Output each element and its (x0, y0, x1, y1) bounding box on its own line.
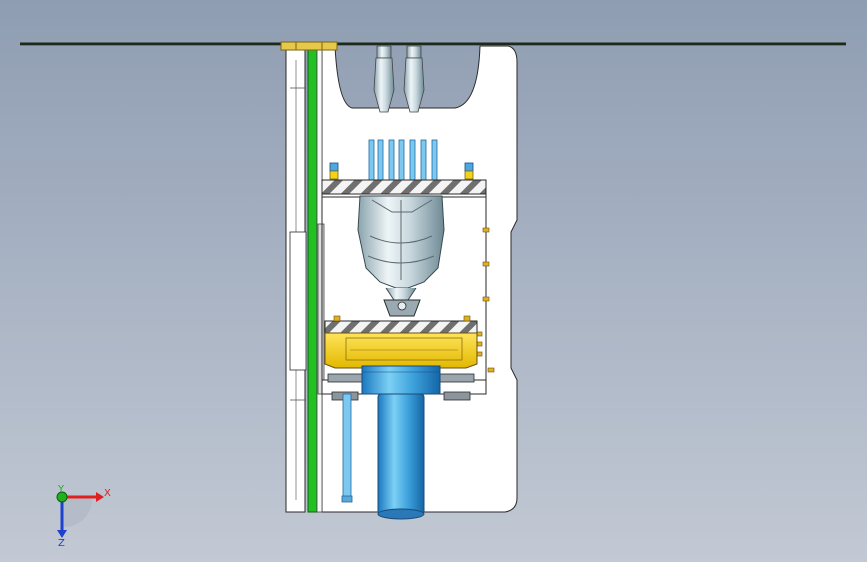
x-axis-label: X (104, 488, 111, 499)
z-axis-label: Z (58, 538, 65, 549)
y-axis-label: Y (57, 484, 65, 495)
axis-triad: X Y Z (56, 484, 111, 549)
side-cylinder (341, 393, 353, 503)
ground-line (20, 42, 846, 46)
upper-cylinders (373, 45, 425, 113)
cad-viewport[interactable]: X Y Z (0, 0, 867, 562)
top-mount-plate (280, 41, 338, 51)
press-assembly-drawing: X Y Z (20, 41, 846, 549)
left-column (285, 45, 307, 513)
yellow-die-block (324, 332, 478, 369)
